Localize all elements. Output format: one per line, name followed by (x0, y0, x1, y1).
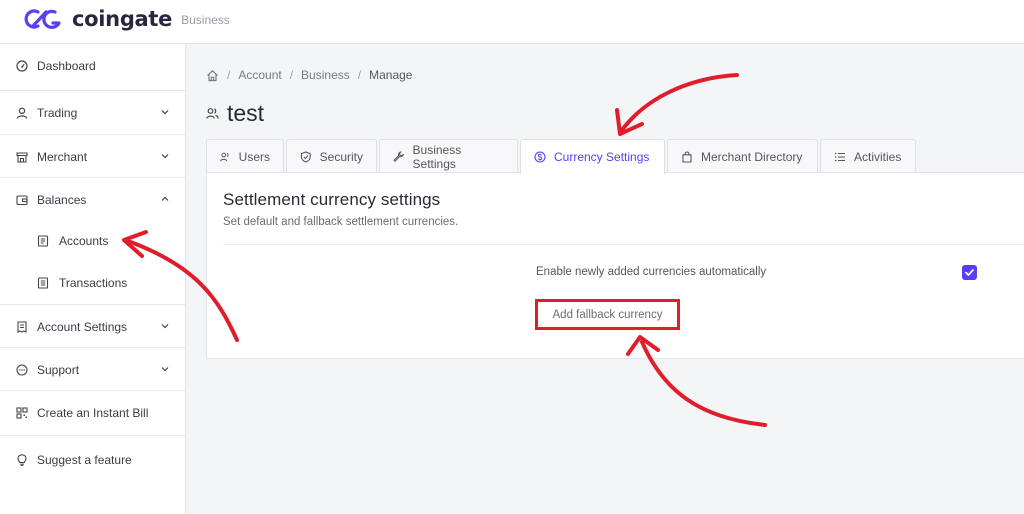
store-icon (16, 151, 28, 163)
tab-activities[interactable]: Activities (820, 139, 916, 173)
sidebar-item-label: Create an Instant Bill (37, 406, 149, 420)
tab-label: Activities (854, 149, 902, 164)
tab-security[interactable]: Security (286, 139, 377, 173)
tab-label: Users (238, 149, 270, 164)
section-divider (223, 244, 1024, 245)
breadcrumb-account[interactable]: Account (238, 68, 281, 82)
sidebar-item-dashboard[interactable]: Dashboard (0, 44, 185, 88)
wrench-icon (393, 150, 404, 162)
tab-business-settings[interactable]: Business Settings (379, 139, 518, 173)
breadcrumb: / Account / Business / Manage (206, 68, 412, 82)
account-book-icon (37, 235, 49, 247)
receipt-settings-icon (17, 320, 27, 333)
chat-bubble-icon (16, 364, 28, 376)
breadcrumb-manage: Manage (369, 68, 413, 82)
brand-name: coingate (72, 7, 173, 31)
qr-code-icon (16, 407, 28, 419)
tab-label: Business Settings (412, 142, 462, 171)
checkmark-icon (965, 269, 974, 276)
dollar-circle-icon (534, 151, 546, 163)
top-bar: coingate Business (0, 0, 1024, 44)
sidebar-item-label: Balances (37, 192, 87, 207)
breadcrumb-separator: / (357, 68, 362, 82)
sidebar-item-trading[interactable]: Trading (0, 91, 185, 134)
wallet-icon (16, 194, 28, 205)
add-fallback-currency-button[interactable]: Add fallback currency (535, 299, 680, 330)
sidebar: Dashboard Trading Merchant Balances Acco… (0, 44, 186, 514)
user-icon (16, 107, 28, 119)
chevron-down-icon (161, 323, 169, 328)
breadcrumb-separator: / (289, 68, 294, 82)
sidebar-item-suggest-feature[interactable]: Suggest a feature (0, 437, 185, 482)
brand-logo[interactable]: coingate Business (24, 7, 230, 31)
sidebar-item-label: Dashboard (37, 59, 96, 73)
tab-label: Security (319, 149, 363, 164)
sidebar-item-label: Transactions (59, 276, 128, 290)
home-icon[interactable] (206, 69, 219, 82)
settlement-settings-panel: Settlement currency settings Set default… (206, 172, 1024, 359)
sidebar-divider (0, 435, 185, 436)
chevron-down-icon (161, 153, 169, 158)
brand-product: Business (181, 13, 230, 27)
sidebar-item-instant-bill[interactable]: Create an Instant Bill (0, 391, 185, 435)
sidebar-item-label: Trading (37, 105, 78, 120)
sidebar-item-account-settings[interactable]: Account Settings (0, 305, 185, 348)
users-group-icon (220, 152, 229, 161)
sidebar-item-label: Merchant (37, 149, 88, 164)
dashboard-gauge-icon (16, 60, 28, 72)
page-title-text: test (227, 100, 265, 126)
page-title: test (206, 100, 264, 127)
sidebar-item-label: Support (37, 363, 80, 377)
shield-icon (300, 150, 311, 163)
sidebar-item-label: Account Settings (37, 319, 128, 334)
annotation-arrow-to-currency-tab (620, 73, 739, 132)
tab-label: Merchant Directory (701, 149, 803, 164)
list-document-icon (37, 277, 49, 289)
coingate-logo-icon (24, 9, 61, 29)
chevron-down-icon (161, 367, 169, 372)
users-group-icon (206, 108, 219, 119)
tabs: Users Security Business Settings Currenc… (206, 139, 918, 174)
section-title: Settlement currency settings (223, 190, 441, 209)
list-icon (834, 152, 845, 161)
breadcrumb-separator: / (227, 68, 231, 82)
auto-enable-checkbox[interactable] (962, 265, 977, 280)
tab-label: Currency Settings (554, 150, 650, 164)
sidebar-item-balances[interactable]: Balances (0, 178, 185, 221)
shopping-bag-icon (682, 150, 692, 163)
sidebar-item-transactions[interactable]: Transactions (0, 262, 185, 304)
breadcrumb-business[interactable]: Business (301, 68, 350, 82)
chevron-down-icon (161, 109, 169, 114)
sidebar-item-support[interactable]: Support (0, 348, 185, 392)
tab-merchant-directory[interactable]: Merchant Directory (667, 139, 818, 173)
tab-currency-settings[interactable]: Currency Settings (520, 139, 665, 174)
lightbulb-icon (17, 453, 27, 466)
section-description: Set default and fallback settlement curr… (223, 216, 459, 228)
annotation-arrowhead (615, 108, 644, 136)
sidebar-item-accounts[interactable]: Accounts (0, 221, 185, 261)
sidebar-item-merchant[interactable]: Merchant (0, 135, 185, 178)
sidebar-item-label: Suggest a feature (37, 452, 132, 467)
sidebar-item-label: Accounts (59, 234, 109, 248)
auto-enable-label: Enable newly added currencies automatica… (536, 266, 767, 278)
chevron-up-icon (161, 196, 169, 201)
tab-users[interactable]: Users (206, 139, 284, 173)
